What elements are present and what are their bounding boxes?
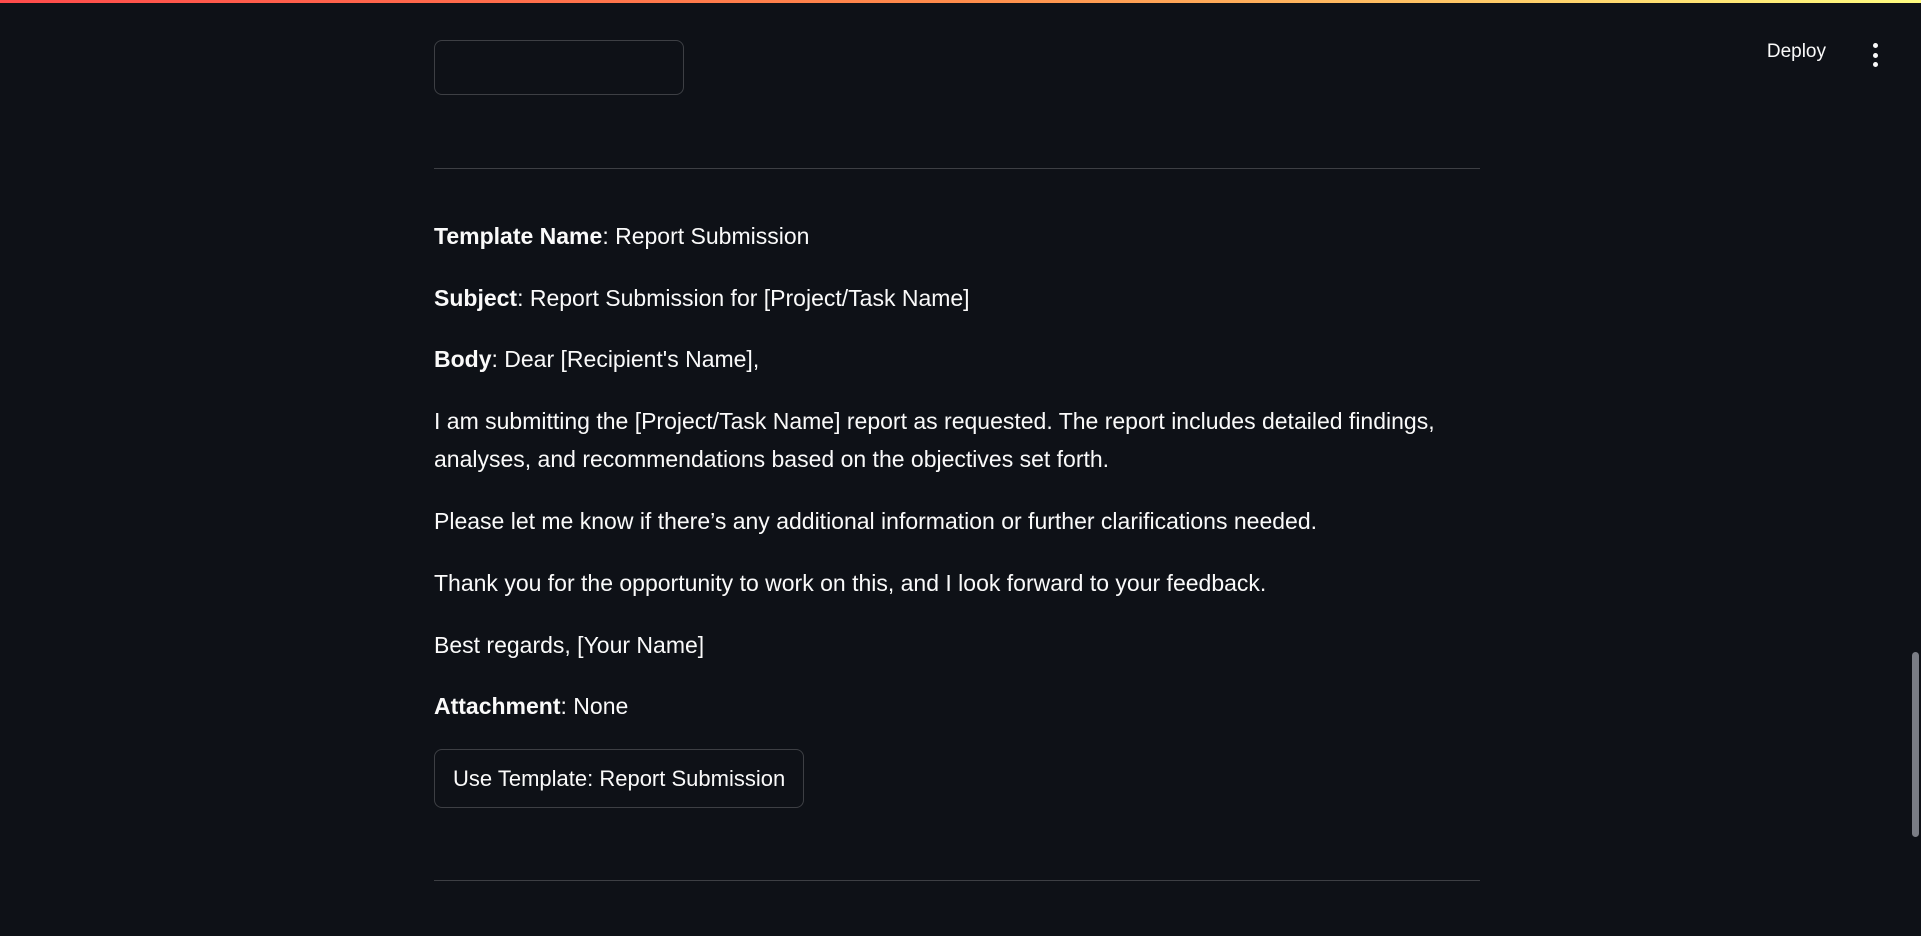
- divider: [434, 880, 1480, 881]
- body-signoff: Best regards, [Your Name]: [434, 632, 705, 658]
- template-name-line: Template Name: Report Submission: [434, 217, 1480, 255]
- body-value: : Dear [Recipient's Name],: [491, 346, 760, 372]
- template-name-value: : Report Submission: [602, 223, 810, 249]
- previous-use-template-button[interactable]: [434, 40, 684, 95]
- template-name-label: Template Name: [434, 223, 603, 249]
- divider: [434, 168, 1480, 169]
- body-paragraph: Thank you for the opportunity to work on…: [434, 570, 1267, 596]
- body-paragraph: I am submitting the [Project/Task Name] …: [434, 408, 1435, 472]
- attachment-label: Attachment: [434, 693, 561, 719]
- app-header: Deploy: [0, 3, 1921, 103]
- subject-label: Subject: [434, 285, 518, 311]
- subject-line: Subject: Report Submission for [Project/…: [434, 279, 1480, 317]
- body-line: Body: Dear [Recipient's Name],: [434, 340, 1480, 378]
- body-paragraph: Please let me know if there’s any additi…: [434, 508, 1317, 534]
- subject-value: : Report Submission for [Project/Task Na…: [517, 285, 970, 311]
- use-template-button[interactable]: Use Template: Report Submission: [434, 749, 805, 808]
- deploy-button[interactable]: Deploy: [1767, 41, 1826, 63]
- body-label: Body: [434, 346, 492, 372]
- scrollbar[interactable]: [1909, 0, 1921, 936]
- attachment-line: Attachment: None: [434, 687, 1480, 725]
- more-vertical-icon[interactable]: [1863, 43, 1887, 67]
- scrollbar-thumb[interactable]: [1912, 652, 1919, 837]
- attachment-value: : None: [560, 693, 629, 719]
